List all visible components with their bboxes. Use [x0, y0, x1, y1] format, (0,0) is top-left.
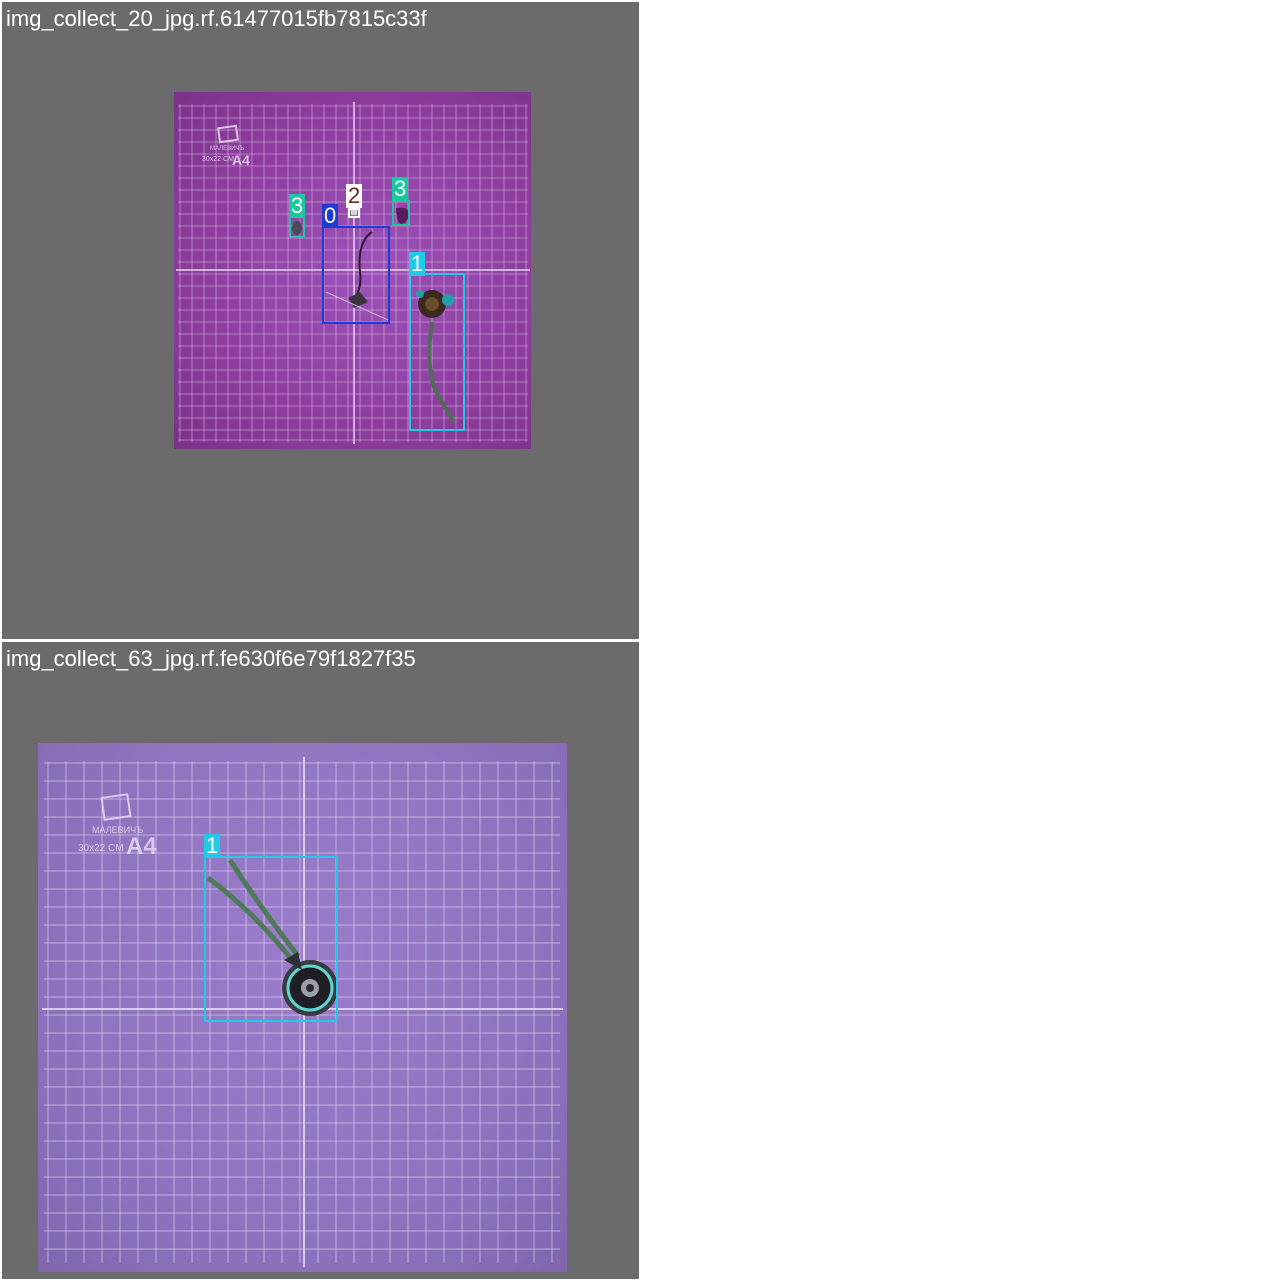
detection-label: 2 [346, 183, 363, 208]
detection-label: 0 [322, 203, 339, 228]
detection-label: 1 [204, 833, 221, 858]
image-tile-1: МАЛЕВИЧЪ 30x22 CM A4 0 1 2 3 3 img_colle… [2, 2, 639, 639]
image-tile-2: МАЛЕВИЧЪ 30x22 CM A4 1 img_collect_63_jp… [2, 642, 639, 1279]
detection-label: 3 [392, 176, 409, 201]
image-filename: img_collect_20_jpg.rf.61477015fb7815c33f [6, 6, 427, 31]
detection-label: 3 [289, 193, 306, 218]
detection-box [289, 216, 305, 238]
image-filename: img_collect_63_jpg.rf.fe630f6e79f1827f35 [6, 646, 416, 671]
photographed-objects [292, 207, 456, 424]
detection-box [392, 200, 410, 226]
detection-box [322, 226, 390, 324]
detection-box [204, 856, 338, 1022]
detection-box [409, 273, 465, 431]
detection-label: 1 [409, 251, 426, 276]
detection-box [348, 208, 360, 218]
